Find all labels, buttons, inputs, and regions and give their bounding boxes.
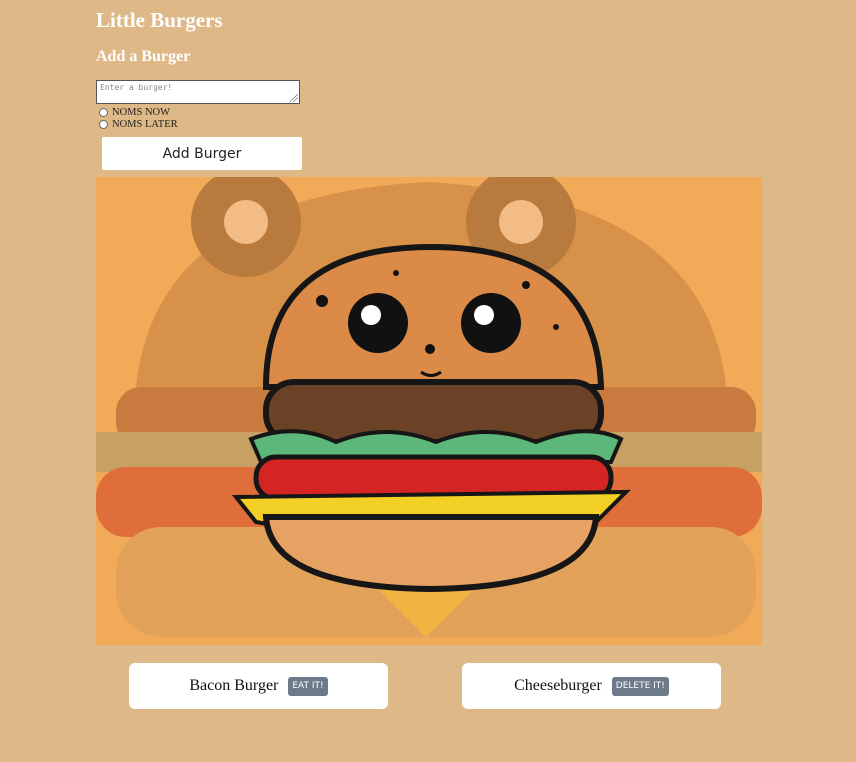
- radio-circle-icon[interactable]: [99, 119, 108, 129]
- resize-grip-icon[interactable]: [290, 94, 298, 102]
- burger-input[interactable]: [96, 80, 300, 104]
- burger-name: Cheeseburger: [514, 677, 602, 694]
- radio-label: NOMS LATER: [112, 118, 178, 130]
- radio-noms-now[interactable]: NOMS NOW: [99, 106, 170, 118]
- eat-it-button[interactable]: EAT IT!: [288, 676, 328, 696]
- radio-label: NOMS NOW: [112, 106, 171, 118]
- burger-name: Bacon Burger: [189, 677, 279, 694]
- burger-card: Bacon Burger EAT IT!: [129, 663, 388, 709]
- burger-card: Cheeseburger DELETE IT!: [462, 663, 721, 709]
- delete-it-button[interactable]: DELETE IT!: [611, 676, 669, 696]
- add-burger-heading: Add a Burger: [96, 48, 191, 65]
- burger-hero-image: [96, 177, 762, 645]
- page-title: Little Burgers: [96, 8, 223, 32]
- radio-noms-later[interactable]: NOMS LATER: [99, 118, 178, 130]
- add-burger-button[interactable]: Add Burger: [102, 137, 302, 170]
- radio-circle-icon[interactable]: [99, 107, 108, 117]
